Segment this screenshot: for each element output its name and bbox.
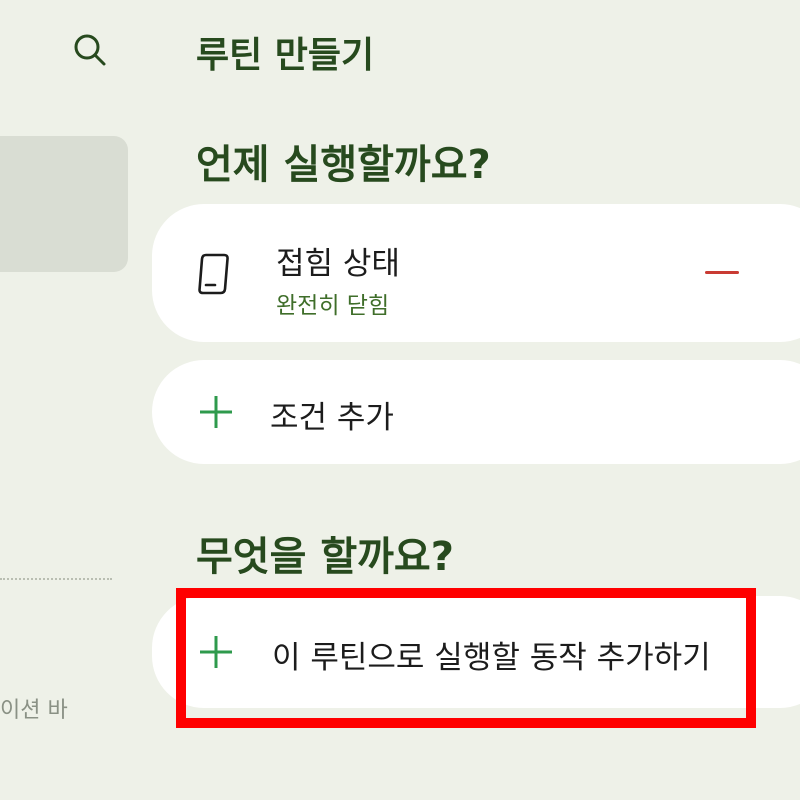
- left-panel-divider: [0, 578, 112, 580]
- page-title: 루틴 만들기: [196, 35, 375, 76]
- folded-phone-icon: [198, 253, 229, 295]
- condition-subtitle: 완전히 닫힘: [276, 293, 390, 319]
- add-action-label: 이 루틴으로 실행할 동작 추가하기: [272, 640, 711, 676]
- add-condition-label: 조건 추가: [270, 400, 394, 436]
- search-icon: [74, 34, 106, 66]
- condition-card-fold-state[interactable]: 접힘 상태 완전히 닫힘: [152, 204, 800, 342]
- left-panel-label[interactable]: 이션 바: [0, 692, 68, 724]
- plus-icon: [200, 396, 232, 428]
- add-condition-button[interactable]: 조건 추가: [152, 360, 800, 464]
- minus-icon: [705, 270, 739, 274]
- when-section-title: 언제 실행할까요?: [196, 142, 491, 188]
- plus-icon: [200, 636, 232, 668]
- add-action-button[interactable]: 이 루틴으로 실행할 동작 추가하기: [152, 596, 800, 708]
- screen: 이션 바 루틴 만들기 언제 실행할까요? 접힘 상태 완전히 닫힘 조건 추가…: [0, 0, 800, 800]
- left-panel-card[interactable]: [0, 136, 128, 272]
- search-button[interactable]: [68, 28, 112, 72]
- condition-title: 접힘 상태: [276, 246, 400, 282]
- what-section-title: 무엇을 할까요?: [196, 534, 454, 580]
- remove-condition-button[interactable]: [700, 250, 744, 294]
